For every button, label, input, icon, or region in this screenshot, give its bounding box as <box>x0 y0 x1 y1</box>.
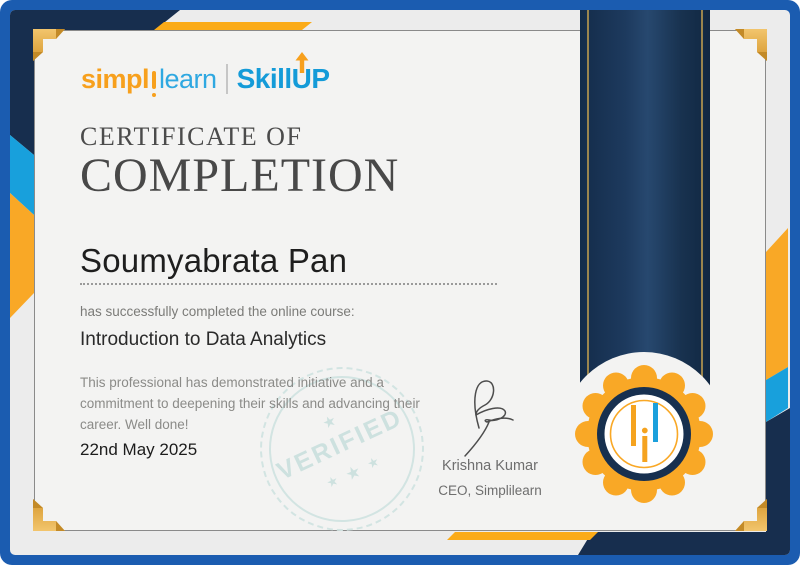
corner-bracket-bottomright-icon <box>735 499 767 531</box>
completion-heading: COMPLETION <box>80 149 400 202</box>
certificate-page: simpl learn Skill U P CERTIFICATE OF COM… <box>0 0 800 565</box>
ribbon-pinstripe <box>701 10 703 390</box>
ribbon-pinstripe <box>587 10 589 390</box>
logo-p-text: P <box>311 63 330 94</box>
certificate-frame: simpl learn Skill U P CERTIFICATE OF COM… <box>0 0 800 565</box>
logo-simpl-text: simpl <box>81 64 150 94</box>
stamp-star-icon: ★ <box>364 452 382 472</box>
signer-name: Krishna Kumar <box>442 458 538 474</box>
logo-skill-text: Skill <box>236 63 293 94</box>
description-text: This professional has demonstrated initi… <box>80 375 420 432</box>
logo-learn-text: learn <box>159 64 217 94</box>
signer-title: CEO, Simplilearn <box>438 483 542 498</box>
completion-subtitle: has successfully completed the online co… <box>80 304 355 319</box>
corner-bracket-bottomleft-icon <box>33 499 65 531</box>
logo-u-with-arrow: U <box>292 52 312 96</box>
award-ribbon <box>580 10 710 390</box>
stamp-star-icon: ★ <box>342 460 364 485</box>
simplilearn-skillup-logo: simpl learn Skill U P <box>81 52 330 98</box>
completion-date: 22nd May 2025 <box>80 440 198 459</box>
course-title: Introduction to Data Analytics <box>80 329 327 350</box>
medal-badge-icon <box>575 365 713 503</box>
corner-bracket-topleft-icon <box>33 29 65 61</box>
corner-bracket-topright-icon <box>735 29 767 61</box>
up-arrow-icon <box>295 52 309 73</box>
logo-inverted-i-icon <box>150 62 158 98</box>
signature-scribble <box>464 380 514 457</box>
logo-divider <box>225 64 228 94</box>
name-underline <box>80 271 497 285</box>
stamp-star-icon: ★ <box>323 471 341 491</box>
